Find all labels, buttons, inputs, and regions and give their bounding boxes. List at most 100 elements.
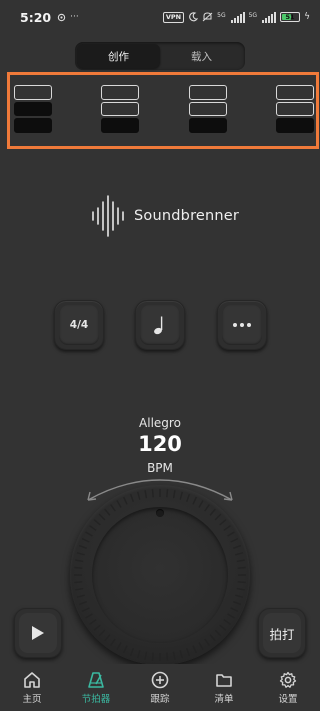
tab-load[interactable]: 载入 bbox=[160, 44, 243, 68]
tap-tempo-button[interactable]: 拍打 bbox=[258, 608, 306, 658]
dial-tick bbox=[166, 489, 169, 498]
nav-setlist-label: 清单 bbox=[214, 693, 234, 705]
dial-tick bbox=[89, 619, 97, 625]
dial-tick bbox=[214, 629, 222, 637]
mode-tabs: 创作 载入 bbox=[75, 42, 245, 70]
beat-2-level-top bbox=[101, 85, 140, 100]
dial-tick bbox=[98, 629, 106, 637]
brand-name: Soundbrenner bbox=[134, 208, 240, 224]
subdivision-button[interactable] bbox=[135, 300, 185, 350]
status-notification-icons: ··· bbox=[57, 12, 79, 22]
dial-tick bbox=[219, 624, 227, 631]
dial-tick bbox=[151, 489, 154, 498]
network-label-1: 5G bbox=[217, 11, 226, 19]
dial-tick bbox=[78, 544, 87, 549]
dial-tick bbox=[209, 634, 216, 642]
nav-metronome[interactable]: 节拍器 bbox=[64, 664, 128, 711]
signal-icon-1 bbox=[230, 11, 245, 23]
dial-tick bbox=[237, 581, 246, 584]
time-signature-button[interactable]: 4/4 bbox=[54, 300, 104, 350]
mute-icon bbox=[202, 12, 213, 22]
beat-row bbox=[14, 85, 314, 135]
more-options-face bbox=[222, 305, 262, 345]
nav-settings[interactable]: 设置 bbox=[256, 664, 320, 711]
status-bar: 5:20 ··· VPN 5G 5G 51 ϟ bbox=[0, 0, 320, 34]
nav-metronome-label: 节拍器 bbox=[81, 693, 111, 705]
nav-setlist[interactable]: 清单 bbox=[192, 664, 256, 711]
dial-tick bbox=[204, 504, 210, 512]
time-signature-label: 4/4 bbox=[69, 319, 89, 331]
dial-tick bbox=[144, 651, 148, 660]
dial-tick bbox=[223, 525, 231, 531]
dial-tick bbox=[110, 504, 116, 512]
beat-1[interactable] bbox=[14, 85, 52, 134]
gear-icon bbox=[279, 671, 297, 688]
beat-1-level-mid bbox=[14, 101, 52, 117]
dial-tick bbox=[85, 531, 93, 537]
dial-tick bbox=[227, 531, 235, 537]
folder-icon bbox=[216, 673, 232, 687]
dial-tick bbox=[98, 513, 106, 521]
bpm-value[interactable]: 120 bbox=[0, 432, 320, 456]
dial-tick bbox=[81, 538, 90, 543]
dial-tick bbox=[166, 652, 169, 661]
dial-indicator bbox=[156, 509, 164, 517]
dial-tick bbox=[137, 650, 141, 659]
dial-tick bbox=[236, 587, 245, 591]
dial-tick bbox=[209, 508, 216, 516]
dial-tick bbox=[93, 519, 101, 526]
tab-create[interactable]: 创作 bbox=[77, 44, 160, 68]
beat-1-level-top bbox=[14, 85, 52, 100]
beat-4[interactable] bbox=[275, 85, 314, 134]
dial-tick bbox=[186, 648, 191, 657]
dial-tick bbox=[230, 607, 239, 612]
dial-tick bbox=[129, 648, 134, 657]
beat-3-level-top bbox=[188, 85, 227, 100]
dial-tick bbox=[192, 645, 197, 654]
location-icon bbox=[57, 13, 66, 21]
tempo-marking: Allegro bbox=[139, 416, 181, 430]
battery-icon: 51 bbox=[280, 12, 301, 22]
dial-tick bbox=[172, 651, 176, 660]
beat-2[interactable] bbox=[101, 85, 140, 134]
beat-3[interactable] bbox=[188, 85, 227, 134]
nav-home[interactable]: 主页 bbox=[0, 664, 64, 711]
dial-tick bbox=[75, 587, 84, 591]
play-button[interactable] bbox=[14, 608, 62, 658]
beat-2-level-mid bbox=[101, 101, 140, 117]
dial-tick bbox=[129, 493, 134, 502]
more-notifications-icon: ··· bbox=[70, 12, 79, 22]
dial-tick bbox=[123, 645, 128, 654]
tempo-dial[interactable] bbox=[70, 485, 250, 665]
play-icon bbox=[32, 626, 44, 640]
dial-tick bbox=[172, 490, 176, 499]
dial-tick bbox=[110, 638, 116, 646]
tap-tempo-label: 拍打 bbox=[263, 613, 301, 653]
nav-track[interactable]: 跟踪 bbox=[128, 664, 192, 711]
dial-tick bbox=[93, 624, 101, 631]
dial-tick bbox=[76, 552, 85, 556]
battery-level: 51 bbox=[285, 13, 295, 21]
beat-3-level-mid bbox=[188, 101, 227, 117]
dial-tick bbox=[81, 607, 90, 612]
dial-tick bbox=[227, 613, 235, 619]
bottom-nav: 主页 节拍器 跟踪 清单 设置 bbox=[0, 664, 320, 711]
beat-3-level-low bbox=[188, 118, 227, 134]
time-signature-face: 4/4 bbox=[59, 305, 99, 345]
beat-4-level-low bbox=[275, 118, 314, 134]
dial-tick bbox=[214, 513, 222, 521]
moon-icon bbox=[189, 12, 199, 22]
dial-tick bbox=[76, 594, 85, 598]
dial-tick bbox=[74, 566, 83, 569]
dial-tick bbox=[116, 642, 122, 650]
dial-tick bbox=[151, 652, 154, 661]
nav-track-label: 跟踪 bbox=[150, 693, 170, 705]
dial-tick bbox=[235, 552, 244, 556]
subdivision-face bbox=[140, 305, 180, 345]
dial-tick bbox=[137, 491, 141, 500]
dial-tick bbox=[198, 642, 204, 650]
dial-tick bbox=[235, 594, 244, 598]
dial-tick bbox=[179, 491, 183, 500]
more-options-button[interactable] bbox=[217, 300, 267, 350]
dial-tick bbox=[198, 500, 204, 508]
